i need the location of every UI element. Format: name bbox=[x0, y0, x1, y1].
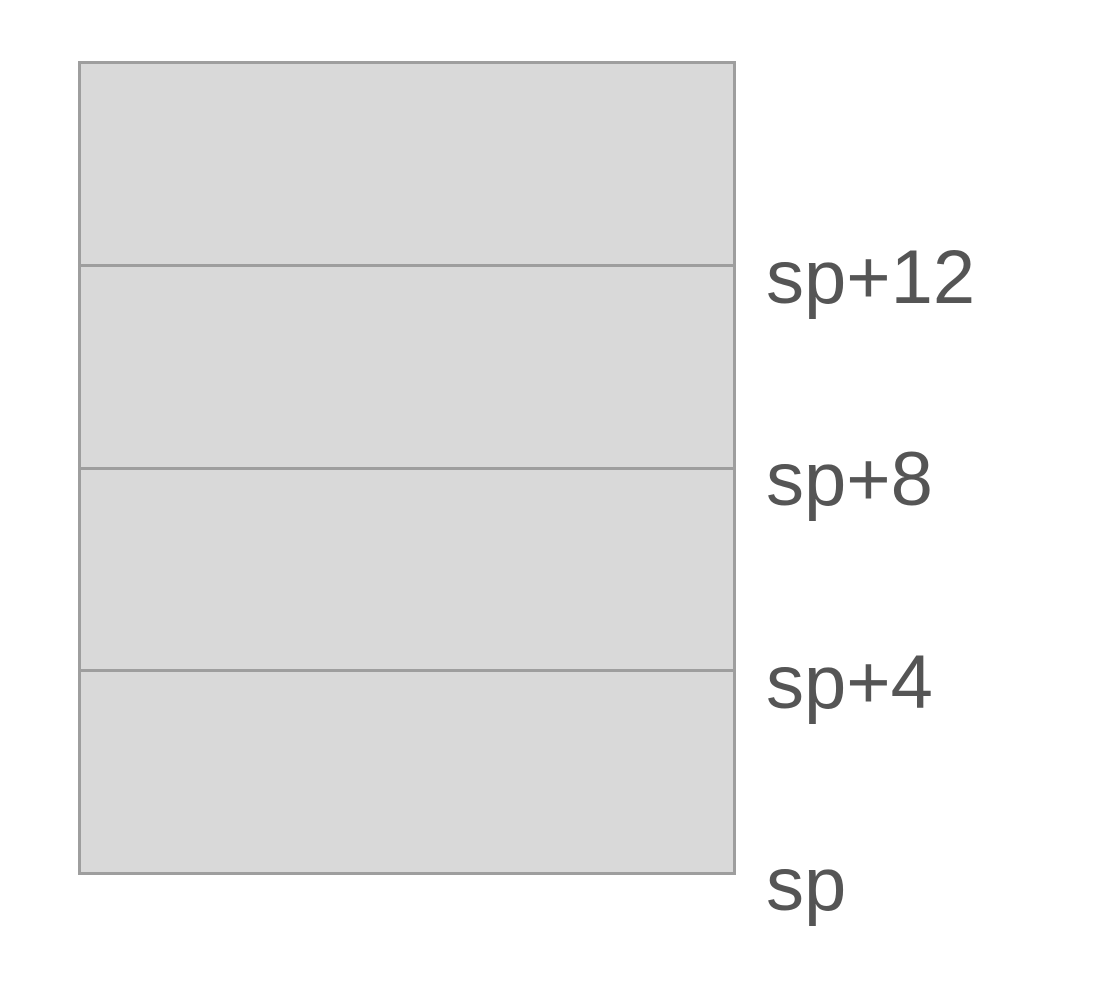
stack-slot-top bbox=[81, 64, 733, 267]
stack-slot-sp-plus-4 bbox=[81, 470, 733, 673]
address-label-sp-plus-4: sp+4 bbox=[766, 640, 933, 725]
address-label-sp-plus-8: sp+8 bbox=[766, 437, 933, 522]
address-label-sp: sp bbox=[766, 842, 847, 927]
stack-slot-sp-plus-8 bbox=[81, 267, 733, 470]
stack-diagram: sp+12 sp+8 sp+4 sp bbox=[0, 0, 1110, 998]
address-label-sp-plus-12: sp+12 bbox=[766, 235, 976, 320]
stack-frame bbox=[78, 61, 736, 875]
stack-slot-sp bbox=[81, 672, 733, 872]
